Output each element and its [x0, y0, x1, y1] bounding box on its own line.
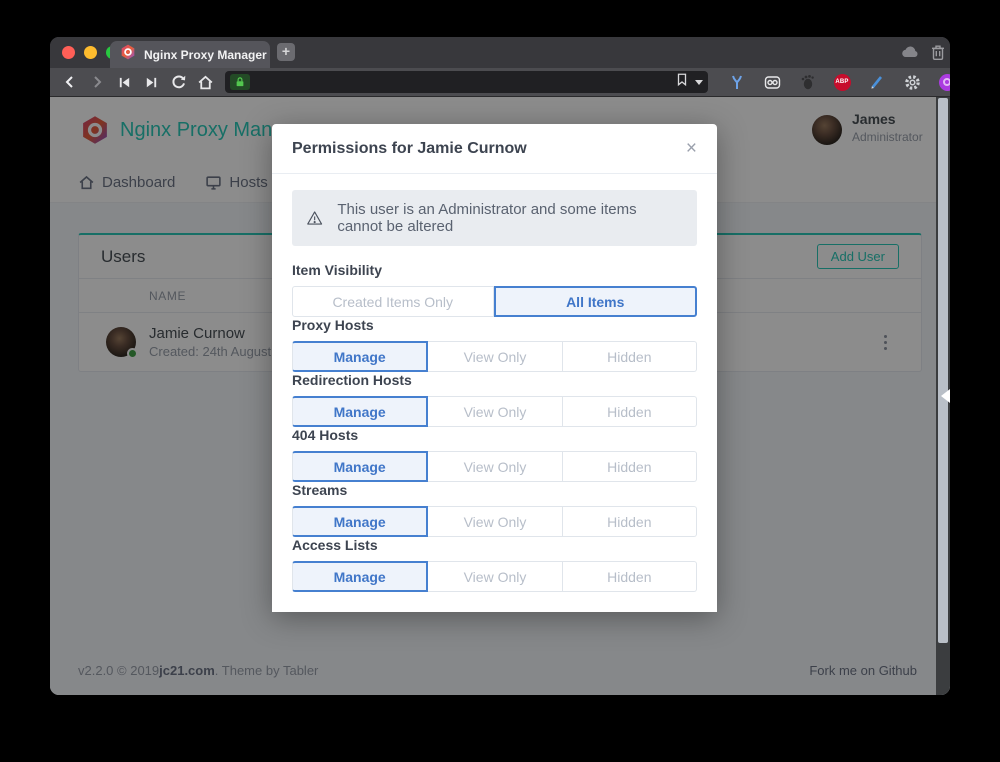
section-label: Proxy Hosts	[292, 317, 697, 333]
404-hosts-section: 404 Hosts Manage View Only Hidden	[292, 427, 697, 482]
trash-icon[interactable]	[930, 43, 946, 66]
browser-toolbar: ABP	[50, 68, 950, 97]
warning-triangle-icon	[306, 208, 323, 228]
new-tab-button[interactable]: +	[277, 43, 295, 61]
segmented-control: Manage View Only Hidden	[292, 506, 697, 537]
admin-alert: This user is an Administrator and some i…	[292, 190, 697, 246]
option-view-only[interactable]: View Only	[428, 561, 562, 592]
segmented-control: Manage View Only Hidden	[292, 341, 697, 372]
streams-section: Streams Manage View Only Hidden	[292, 482, 697, 537]
lock-badge-icon[interactable]	[230, 74, 250, 90]
modal-title: Permissions for Jamie Curnow	[292, 140, 527, 158]
back-icon[interactable]	[59, 71, 81, 93]
option-view-only[interactable]: View Only	[428, 506, 562, 537]
option-view-only[interactable]: View Only	[428, 451, 562, 482]
option-hidden[interactable]: Hidden	[563, 561, 697, 592]
pen-extension-icon[interactable]	[867, 72, 887, 92]
gnome-foot-icon[interactable]	[797, 72, 817, 92]
section-label: Item Visibility	[292, 262, 697, 278]
reload-icon[interactable]	[167, 71, 189, 93]
page-viewport: Nginx Proxy Manager James Administrator …	[50, 97, 950, 695]
option-hidden[interactable]: Hidden	[563, 506, 697, 537]
access-lists-section: Access Lists Manage View Only Hidden	[292, 537, 697, 592]
option-all-items[interactable]: All Items	[494, 286, 698, 317]
browser-tab[interactable]: Nginx Proxy Manager	[110, 41, 270, 68]
item-visibility-section: Item Visibility Created Items Only All I…	[292, 262, 697, 317]
edge-arrow-icon	[934, 389, 950, 403]
option-manage[interactable]: Manage	[292, 341, 428, 372]
section-label: Access Lists	[292, 537, 697, 553]
purple-extension-icon[interactable]	[937, 72, 950, 92]
containers-extension-icon[interactable]	[762, 72, 782, 92]
close-icon[interactable]: ×	[686, 139, 697, 158]
cloud-sync-icon[interactable]	[900, 44, 922, 65]
option-hidden[interactable]: Hidden	[563, 396, 697, 427]
option-manage[interactable]: Manage	[292, 451, 428, 482]
option-created-items-only[interactable]: Created Items Only	[292, 286, 494, 317]
proxy-hosts-section: Proxy Hosts Manage View Only Hidden	[292, 317, 697, 372]
section-label: 404 Hosts	[292, 427, 697, 443]
gear-extension-icon[interactable]	[902, 72, 922, 92]
modal-header: Permissions for Jamie Curnow ×	[272, 124, 717, 174]
skip-end-icon[interactable]	[140, 71, 162, 93]
permissions-modal: Permissions for Jamie Curnow × This user…	[272, 124, 717, 612]
segmented-control: Manage View Only Hidden	[292, 561, 697, 592]
browser-titlebar: Nginx Proxy Manager +	[50, 37, 950, 68]
option-hidden[interactable]: Hidden	[563, 451, 697, 482]
forward-icon[interactable]	[86, 71, 108, 93]
admin-alert-text: This user is an Administrator and some i…	[337, 201, 683, 235]
minimize-window-button[interactable]	[84, 46, 97, 59]
abp-label: ABP	[834, 74, 851, 91]
url-bar[interactable]	[225, 71, 708, 93]
browser-window: Nginx Proxy Manager +	[50, 37, 950, 695]
option-manage[interactable]: Manage	[292, 506, 428, 537]
option-view-only[interactable]: View Only	[428, 396, 562, 427]
redirection-hosts-section: Redirection Hosts Manage View Only Hidde…	[292, 372, 697, 427]
visibility-segmented-control: Created Items Only All Items	[292, 286, 697, 317]
option-manage[interactable]: Manage	[292, 396, 428, 427]
pin-extension-icon[interactable]	[727, 72, 747, 92]
section-label: Streams	[292, 482, 697, 498]
favicon-icon	[120, 44, 136, 65]
segmented-control: Manage View Only Hidden	[292, 451, 697, 482]
bookmarks-caret-icon[interactable]	[695, 80, 703, 89]
section-label: Redirection Hosts	[292, 372, 697, 388]
home-icon[interactable]	[194, 71, 216, 93]
close-window-button[interactable]	[62, 46, 75, 59]
option-view-only[interactable]: View Only	[428, 341, 562, 372]
screenshot-stage: Nginx Proxy Manager +	[0, 0, 1000, 762]
segmented-control: Manage View Only Hidden	[292, 396, 697, 427]
adblock-plus-icon[interactable]: ABP	[832, 72, 852, 92]
bookmark-icon[interactable]	[675, 72, 689, 92]
option-hidden[interactable]: Hidden	[563, 341, 697, 372]
modal-body: This user is an Administrator and some i…	[272, 174, 717, 612]
tab-title: Nginx Proxy Manager	[144, 48, 267, 62]
skip-start-icon[interactable]	[113, 71, 135, 93]
option-manage[interactable]: Manage	[292, 561, 428, 592]
scrollbar-thumb[interactable]	[938, 98, 948, 643]
